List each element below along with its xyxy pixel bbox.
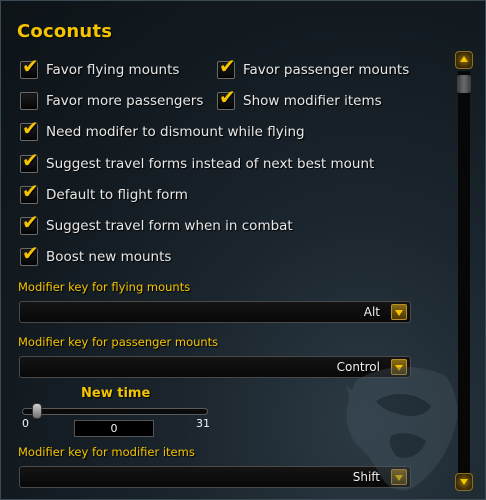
check-icon: ✔ [22,54,39,78]
checkbox-box[interactable]: ✔ [20,150,39,173]
check-icon: ✔ [219,85,236,109]
checkbox-box[interactable]: ✔ [20,212,39,235]
scroll-track[interactable] [458,71,470,473]
checkbox-label: Need modifer to dismount while flying [46,124,305,140]
items-modifier-label: Modifier key for modifier items [18,445,195,459]
check-icon: ✔ [22,179,39,203]
checkbox-show-modifier-items[interactable]: ✔ Show modifier items [217,87,382,110]
checkbox-box[interactable]: ✔ [20,181,39,204]
slider-max-label: 31 [196,417,210,430]
checkbox-need-modifier-dismount[interactable]: ✔ Need modifer to dismount while flying [20,118,305,141]
addon-options-panel: Coconuts ✔ Favor flying mounts ✔ Favor p… [0,0,486,500]
checkbox-favor-passenger-mounts[interactable]: ✔ Favor passenger mounts [217,56,410,79]
checkbox-box[interactable]: ✔ [217,87,236,110]
checkbox-box[interactable]: ✔ [217,56,236,79]
checkbox-suggest-travel-forms[interactable]: ✔ Suggest travel forms instead of next b… [20,150,375,173]
checkbox-label: Favor passenger mounts [243,62,410,78]
checkbox-label: Boost new mounts [46,249,172,265]
check-icon: ✔ [22,241,39,265]
panel-title: Coconuts [17,21,113,42]
arrow-up-icon[interactable] [455,51,473,69]
checkbox-label: Favor more passengers [46,93,204,109]
dropdown-value: Alt [363,305,380,319]
check-icon: ✔ [22,148,39,172]
checkbox-boost-new-mounts[interactable]: ✔ Boost new mounts [20,243,172,266]
slider-thumb[interactable] [32,403,42,419]
checkbox-travel-form-combat[interactable]: ✔ Suggest travel form when in combat [20,212,293,235]
checkbox-box[interactable]: ✔ [20,118,39,141]
checkbox-label: Suggest travel forms instead of next bes… [46,156,375,172]
lion-emblem-icon [346,366,458,491]
checkbox-box[interactable]: ✔ [20,56,39,79]
slider-track[interactable] [22,408,208,415]
slider-value-input[interactable]: 0 [74,420,154,437]
scroll-thumb[interactable] [457,75,471,93]
passenger-modifier-label: Modifier key for passenger mounts [18,335,219,349]
chevron-down-icon[interactable] [391,304,407,320]
checkbox-label: Default to flight form [46,187,188,203]
slider-min-label: 0 [22,417,29,430]
arrow-down-icon[interactable] [455,473,473,491]
checkbox-box[interactable] [20,92,38,110]
check-icon: ✔ [22,116,39,140]
checkbox-label: Suggest travel form when in combat [46,218,293,234]
scrollbar[interactable] [455,51,473,493]
flying-modifier-dropdown[interactable]: Alt [19,301,411,323]
checkbox-favor-more-passengers[interactable]: Favor more passengers [20,92,203,110]
slider-title: New time [81,386,151,401]
checkbox-favor-flying-mounts[interactable]: ✔ Favor flying mounts [20,56,180,79]
checkbox-label: Favor flying mounts [46,62,180,78]
check-icon: ✔ [22,210,39,234]
flying-modifier-label: Modifier key for flying mounts [18,280,191,294]
checkbox-box[interactable]: ✔ [20,243,39,266]
check-icon: ✔ [219,54,236,78]
checkbox-default-flight-form[interactable]: ✔ Default to flight form [20,181,188,204]
checkbox-label: Show modifier items [243,93,382,109]
